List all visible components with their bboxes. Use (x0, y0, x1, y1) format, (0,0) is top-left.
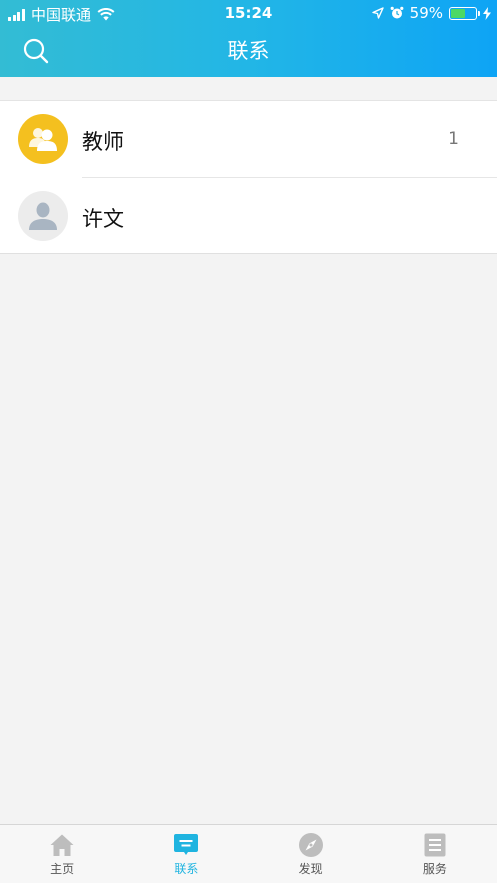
charging-bolt-icon (483, 6, 491, 20)
top-bar: 中国联通 15:24 59% 联系 (0, 0, 497, 77)
tab-discover[interactable]: 发现 (249, 825, 373, 883)
tab-bar: 主页 联系 发现 服务 (0, 824, 497, 883)
group-icon (29, 128, 57, 151)
group-avatar (18, 114, 68, 164)
battery-percent: 59% (409, 4, 443, 22)
tab-label: 联系 (174, 862, 199, 876)
tab-home[interactable]: 主页 (0, 825, 124, 883)
status-bar: 中国联通 15:24 59% (0, 0, 497, 26)
tab-services[interactable]: 服务 (373, 825, 497, 883)
compass-icon (298, 833, 323, 857)
tab-label: 服务 (422, 862, 447, 876)
tab-label: 主页 (50, 862, 75, 876)
page-title: 联系 (227, 39, 270, 63)
contact-row-teacher[interactable]: 教师 1 (0, 101, 497, 178)
person-icon (29, 202, 57, 230)
contact-row-person[interactable]: 许文 (0, 178, 497, 255)
location-arrow-icon (371, 7, 384, 19)
chat-icon (174, 834, 199, 855)
alarm-icon (390, 6, 404, 19)
battery-icon (449, 6, 480, 20)
contact-label: 教师 (82, 130, 124, 154)
tab-contacts[interactable]: 联系 (124, 825, 248, 883)
contact-label: 许文 (82, 207, 124, 231)
status-right: 59% (366, 4, 491, 22)
contact-list: 教师 1 许文 (0, 100, 497, 254)
person-avatar (18, 191, 68, 241)
document-icon (424, 833, 446, 857)
home-icon (50, 834, 74, 856)
tab-label: 发现 (298, 862, 323, 876)
contact-count: 1 (448, 129, 459, 149)
nav-bar: 联系 (0, 26, 497, 77)
